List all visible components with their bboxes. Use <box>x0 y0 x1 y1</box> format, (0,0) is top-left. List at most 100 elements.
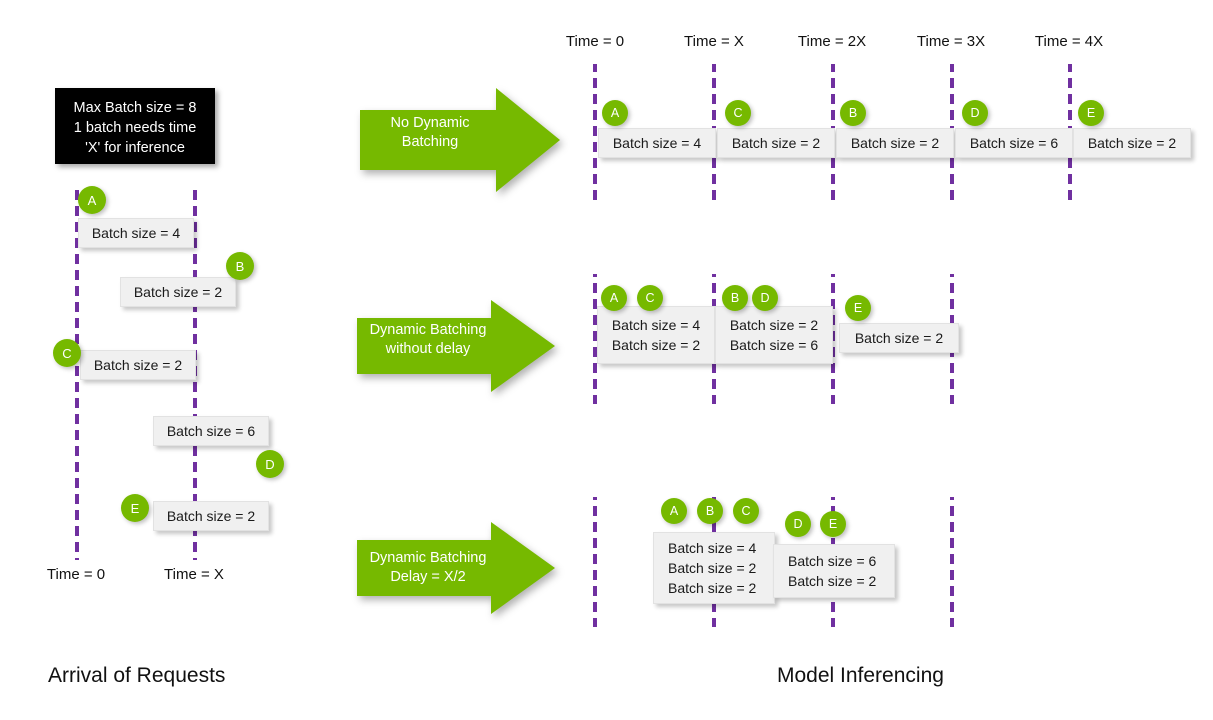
info-box-line-2: 1 batch needs time <box>73 120 197 136</box>
row-2-marker-d: D <box>752 285 778 311</box>
row-1-batch-box-1: Batch size = 4 <box>598 128 716 158</box>
row-3-batch-label-1a: Batch size = 4 <box>668 540 757 556</box>
row-3-marker-b: B <box>697 498 723 524</box>
left-request-bar-a: Batch size = 4 <box>78 218 194 248</box>
row-1-batch-label-5: Batch size = 2 <box>1087 135 1177 151</box>
caption-model-inferencing: Model Inferencing <box>777 664 944 687</box>
row-2-marker-e: E <box>845 295 871 321</box>
row-2-marker-b-label: B <box>730 291 740 305</box>
row-1-batch-label-3: Batch size = 2 <box>850 135 940 151</box>
info-box-line-3: 'X' for inference <box>85 140 185 156</box>
row-1-marker-c-label: C <box>733 106 743 120</box>
row-2-arrow-text: Dynamic Batching without delay <box>360 321 496 359</box>
row-3-marker-e-label: E <box>828 517 838 531</box>
left-time-label-0: Time = 0 <box>46 566 106 583</box>
row-1-marker-b: B <box>840 100 866 126</box>
left-request-bar-c: Batch size = 2 <box>80 350 196 380</box>
row-3-marker-c: C <box>733 498 759 524</box>
row-3-batch-label-2a: Batch size = 6 <box>788 553 877 569</box>
row-1-marker-d-label: D <box>970 106 980 120</box>
left-request-label-b: Batch size = 2 <box>133 284 223 300</box>
row-3-arrow-text: Dynamic Batching Delay = X/2 <box>360 549 496 587</box>
row-3-marker-e: E <box>820 511 846 537</box>
left-request-marker-d: D <box>256 450 284 478</box>
left-request-marker-a: A <box>78 186 106 214</box>
row-1-batch-label-4: Batch size = 6 <box>969 135 1059 151</box>
row-2-batch-label-2b: Batch size = 6 <box>729 337 819 353</box>
left-request-marker-e: E <box>121 494 149 522</box>
left-request-marker-b-label: B <box>235 258 245 274</box>
left-request-bar-b: Batch size = 2 <box>120 277 236 307</box>
diagram-canvas: Max Batch size = 8 1 batch needs time 'X… <box>0 0 1213 720</box>
row-2-arrow-line-2: without delay <box>385 341 471 357</box>
row-1-marker-e: E <box>1078 100 1104 126</box>
row-1-marker-c: C <box>725 100 751 126</box>
left-request-label-e: Batch size = 2 <box>166 508 256 524</box>
row-2-batch-label-2a: Batch size = 2 <box>729 317 819 333</box>
row-1-marker-b-label: B <box>848 106 858 120</box>
row-1-marker-a: A <box>602 100 628 126</box>
left-request-marker-c-label: C <box>62 345 72 361</box>
row-3-marker-b-label: B <box>705 504 715 518</box>
row-3-batch-label-2b: Batch size = 2 <box>788 573 877 589</box>
right-time-label-3x: Time = 3X <box>916 33 986 50</box>
left-request-label-d: Batch size = 6 <box>166 423 256 439</box>
left-request-marker-d-label: D <box>265 456 275 472</box>
row-2-batch-box-2: Batch size = 2 Batch size = 6 <box>715 306 833 364</box>
row-2-marker-e-label: E <box>853 301 863 315</box>
row-3-marker-a: A <box>661 498 687 524</box>
info-box: Max Batch size = 8 1 batch needs time 'X… <box>55 88 215 164</box>
left-time-label-x: Time = X <box>164 566 224 583</box>
row-2-marker-d-label: D <box>760 291 770 305</box>
row-2-marker-c: C <box>637 285 663 311</box>
row-3-batch-label-1c: Batch size = 2 <box>668 580 757 596</box>
row-2-batch-box-1: Batch size = 4 Batch size = 2 <box>597 306 715 364</box>
info-box-line-1: Max Batch size = 8 <box>73 100 197 116</box>
row-1-marker-e-label: E <box>1086 106 1096 120</box>
row-3-timeline-3x <box>950 497 954 627</box>
row-3-marker-d: D <box>785 511 811 537</box>
row-2-arrow-line-1: Dynamic Batching <box>369 322 487 338</box>
row-3-batch-box-1: Batch size = 4 Batch size = 2 Batch size… <box>653 532 775 604</box>
row-1-arrow-line-2: Batching <box>401 134 459 150</box>
left-request-label-a: Batch size = 4 <box>91 225 181 241</box>
row-3-arrow-line-1: Dynamic Batching <box>369 550 487 566</box>
row-3-timeline-0 <box>593 497 597 627</box>
row-1-batch-label-2: Batch size = 2 <box>731 135 821 151</box>
row-3-batch-box-2: Batch size = 6 Batch size = 2 <box>773 544 895 598</box>
row-1-batch-box-5: Batch size = 2 <box>1073 128 1191 158</box>
right-time-label-x: Time = X <box>684 33 744 50</box>
left-request-marker-b: B <box>226 252 254 280</box>
right-time-label-0: Time = 0 <box>565 33 625 50</box>
row-1-arrow-text: No Dynamic Batching <box>360 114 500 152</box>
row-3-marker-d-label: D <box>793 517 803 531</box>
right-time-label-4x: Time = 4X <box>1034 33 1104 50</box>
row-2-batch-label-3: Batch size = 2 <box>854 330 944 346</box>
left-request-bar-e: Batch size = 2 <box>153 501 269 531</box>
row-1-timeline-0 <box>593 64 597 204</box>
row-3-batch-label-1b: Batch size = 2 <box>668 560 757 576</box>
left-request-bar-d: Batch size = 6 <box>153 416 269 446</box>
row-3-marker-a-label: A <box>669 504 679 518</box>
row-1-batch-label-1: Batch size = 4 <box>612 135 702 151</box>
row-2-marker-b: B <box>722 285 748 311</box>
left-request-marker-e-label: E <box>130 500 140 516</box>
right-time-label-2x: Time = 2X <box>797 33 867 50</box>
row-2-batch-label-1b: Batch size = 2 <box>611 337 701 353</box>
row-2-marker-c-label: C <box>645 291 655 305</box>
row-1-batch-box-3: Batch size = 2 <box>836 128 954 158</box>
left-request-marker-a-label: A <box>87 192 97 208</box>
left-request-marker-c: C <box>53 339 81 367</box>
left-request-label-c: Batch size = 2 <box>93 357 183 373</box>
row-1-batch-box-4: Batch size = 6 <box>955 128 1073 158</box>
row-1-arrow-line-1: No Dynamic <box>390 115 470 131</box>
row-2-batch-box-3: Batch size = 2 <box>839 323 959 353</box>
row-3-arrow-line-2: Delay = X/2 <box>390 569 466 585</box>
row-1-marker-a-label: A <box>610 106 620 120</box>
row-2-marker-a-label: A <box>609 291 619 305</box>
row-1-marker-d: D <box>962 100 988 126</box>
row-1-batch-box-2: Batch size = 2 <box>717 128 835 158</box>
row-2-marker-a: A <box>601 285 627 311</box>
row-3-marker-c-label: C <box>741 504 751 518</box>
row-2-batch-label-1a: Batch size = 4 <box>611 317 701 333</box>
